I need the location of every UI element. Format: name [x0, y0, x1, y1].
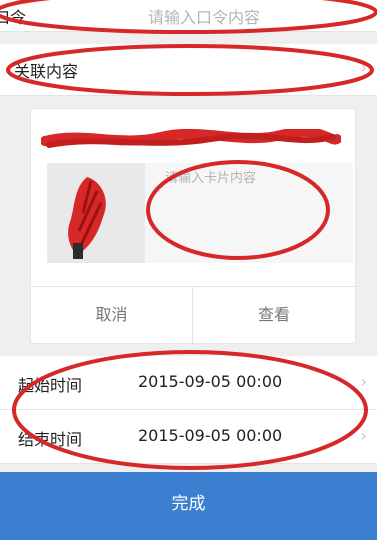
chevron-right-icon: › [360, 58, 367, 77]
view-button[interactable]: 查看 [193, 287, 355, 343]
related-content-label: 关联内容 [14, 62, 79, 81]
start-time-value[interactable]: 2015-09-05 00:00 [138, 372, 282, 391]
command-label: 口令 [0, 8, 27, 27]
command-input[interactable]: 请输入口令内容 [148, 4, 260, 28]
end-time-label: 结束时间 [18, 430, 83, 449]
card-thumbnail [47, 163, 145, 263]
chevron-right-icon: › [360, 372, 367, 391]
content-card: 请输入卡片内容 取消 查看 [30, 108, 356, 344]
done-button[interactable]: 完成 [0, 472, 377, 540]
card-content-input[interactable]: 请输入卡片内容 [165, 167, 256, 186]
command-row[interactable]: 口令 请输入口令内容 [0, 0, 377, 32]
related-content-row[interactable]: 关联内容 › [0, 44, 377, 96]
end-time-row[interactable]: 结束时间 2015-09-05 00:00 › [0, 410, 377, 464]
cancel-button[interactable]: 取消 [31, 287, 193, 343]
start-time-row[interactable]: 起始时间 2015-09-05 00:00 › [0, 356, 377, 410]
start-time-label: 起始时间 [18, 376, 83, 395]
end-time-value[interactable]: 2015-09-05 00:00 [138, 426, 282, 445]
chevron-right-icon: › [360, 426, 367, 445]
thumbnail-image [68, 177, 106, 259]
card-actions: 取消 查看 [31, 286, 355, 343]
redaction-scribble [41, 129, 341, 148]
